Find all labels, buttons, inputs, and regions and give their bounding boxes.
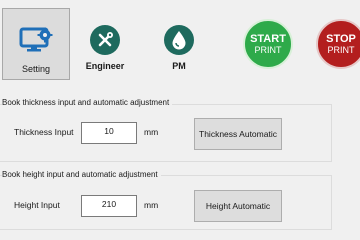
thickness-input[interactable]: 10 (81, 122, 137, 144)
wrench-screwdriver-icon (90, 25, 120, 55)
water-drop-icon (164, 25, 194, 55)
engineer-label: Engineer (85, 61, 125, 71)
thickness-automatic-button[interactable]: Thickness Automatic (194, 118, 282, 150)
height-unit: mm (144, 200, 159, 210)
start-print-line2: PRINT (254, 44, 282, 55)
engineer-button[interactable]: Engineer (71, 8, 139, 80)
monitor-settings-icon (19, 27, 53, 58)
thickness-unit: mm (144, 127, 159, 137)
pm-label: PM (172, 61, 186, 71)
stop-print-line2: PRINT (327, 44, 355, 55)
height-input-label: Height Input (14, 200, 60, 210)
height-automatic-button[interactable]: Height Automatic (194, 190, 282, 222)
height-group-title: Book height input and automatic adjustme… (2, 170, 161, 179)
pm-button[interactable]: PM (145, 8, 213, 80)
setting-label: Setting (21, 64, 51, 74)
thickness-input-label: Thickness Input (14, 127, 74, 137)
stop-print-line1: STOP (326, 32, 356, 45)
height-input[interactable]: 210 (81, 195, 137, 217)
start-print-line1: START (250, 32, 286, 45)
stop-print-button[interactable]: STOP PRINT (316, 19, 360, 69)
thickness-group-title: Book thickness input and automatic adjus… (2, 98, 173, 107)
setting-button[interactable]: Setting (2, 8, 70, 80)
toolbar: Setting Engineer PM START PRINT STOP PRI… (0, 0, 360, 88)
start-print-button[interactable]: START PRINT (243, 19, 293, 69)
